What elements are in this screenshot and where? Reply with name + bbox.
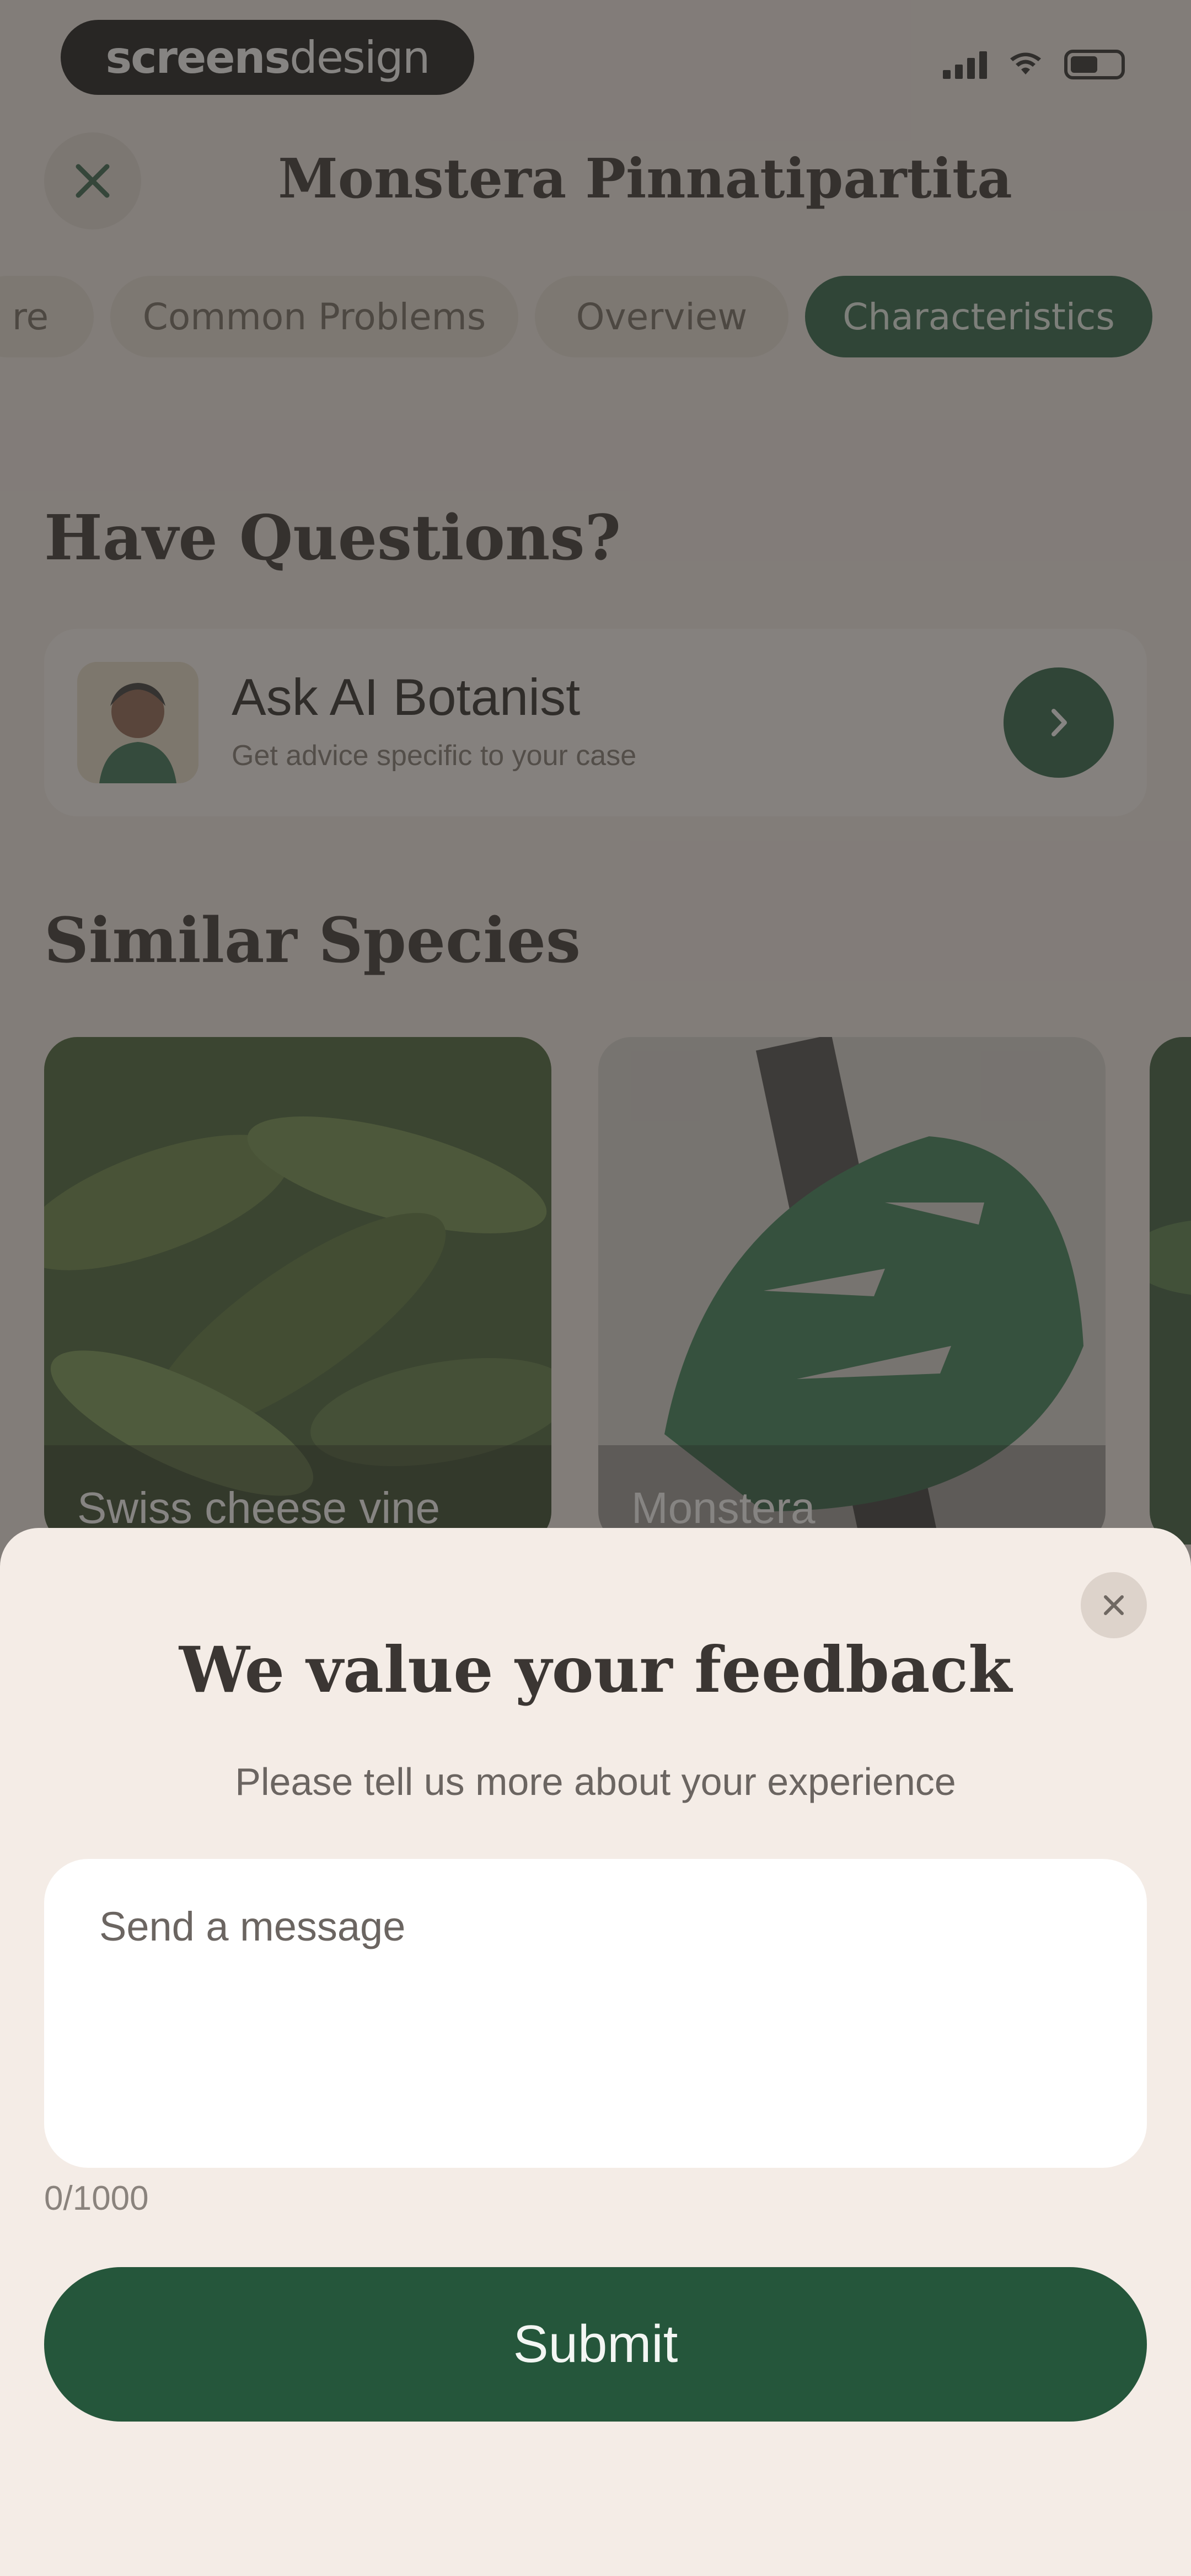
tab-characteristics[interactable]: Characteristics: [805, 276, 1152, 357]
botanist-avatar: [77, 662, 198, 783]
species-label: Swiss cheese vine: [77, 1483, 441, 1532]
brand-bold: screens: [105, 31, 291, 83]
app-screen: screens design Monstera Pinnatipartita r…: [0, 0, 1191, 2576]
card-subtitle: Get advice specific to your case: [232, 740, 637, 772]
wifi-icon: [1010, 52, 1041, 74]
ask-botanist-card[interactable]: Ask AI Botanist Get advice specific to y…: [44, 629, 1147, 816]
tab-overview[interactable]: Overview: [535, 276, 788, 357]
brand-light: design: [289, 31, 430, 83]
tab-care[interactable]: re: [0, 276, 94, 357]
species-card[interactable]: Monstera: [598, 1037, 1106, 1544]
open-botanist-button[interactable]: [1004, 667, 1114, 778]
char-counter: 0/1000: [44, 2179, 149, 2217]
species-card[interactable]: Swiss cheese vine: [44, 1037, 551, 1544]
feedback-subtitle: Please tell us more about your experienc…: [235, 1760, 956, 1803]
species-image-swiss-cheese-vine: [44, 1037, 551, 1544]
questions-heading: Have Questions?: [44, 502, 621, 574]
tab-bar: re Common Problems Overview Characterist…: [0, 276, 1152, 357]
chevron-right-icon: [1051, 709, 1067, 736]
close-icon: [1104, 1595, 1124, 1615]
tab-common-problems[interactable]: Common Problems: [110, 276, 518, 357]
message-input[interactable]: [44, 1859, 1147, 2168]
status-icons: [943, 50, 1125, 79]
feedback-sheet: We value your feedback Please tell us mo…: [0, 1528, 1191, 2576]
submit-button[interactable]: Submit: [44, 2267, 1147, 2422]
similar-heading: Similar Species: [44, 905, 581, 977]
signal-icon: [943, 50, 987, 79]
sheet-close-button[interactable]: [1081, 1572, 1147, 1638]
brand-badge: screens design: [61, 20, 474, 95]
species-card[interactable]: [1150, 1037, 1191, 1544]
card-title: Ask AI Botanist: [232, 668, 581, 726]
species-image-monstera: [598, 1037, 1106, 1544]
species-label: Monstera: [631, 1483, 816, 1532]
close-icon: [76, 164, 110, 198]
feedback-title: We value your feedback: [179, 1633, 1012, 1707]
close-button[interactable]: [44, 132, 141, 229]
species-image-partial: [1150, 1037, 1191, 1544]
page-title: Monstera Pinnatipartita: [278, 147, 1012, 211]
battery-icon: [1064, 50, 1125, 79]
